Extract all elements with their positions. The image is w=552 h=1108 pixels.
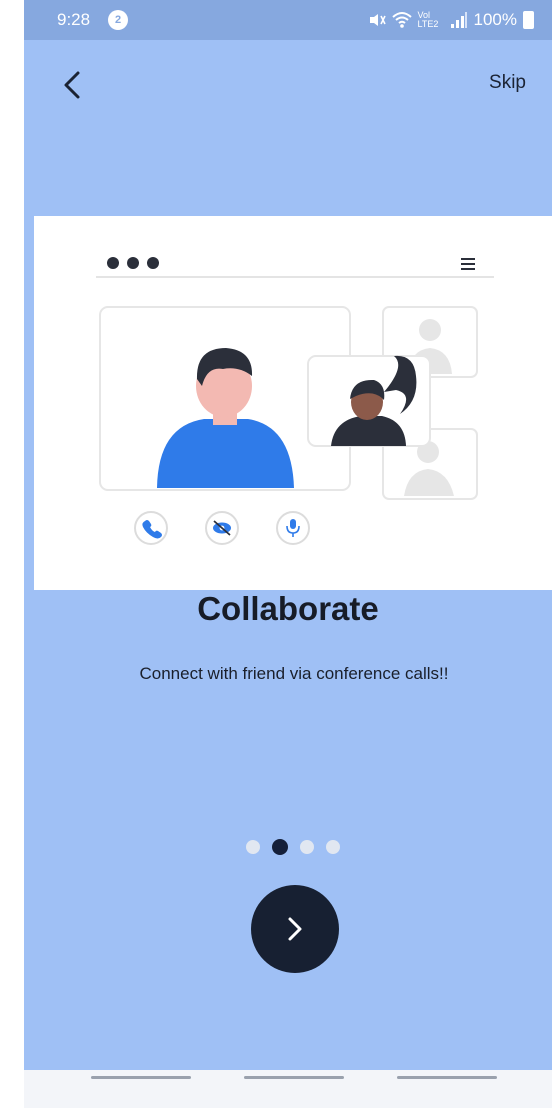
- onboarding-screen: 9:28 2 Vol LTE2 100% Skip Collaborate Co…: [24, 0, 552, 1108]
- conference-call-illustration: [96, 257, 494, 545]
- next-button[interactable]: [251, 885, 339, 973]
- nav-home-handle[interactable]: [244, 1076, 344, 1079]
- battery-icon: [523, 11, 534, 29]
- nav-recents-handle[interactable]: [91, 1076, 191, 1079]
- skip-button[interactable]: Skip: [489, 72, 526, 94]
- page-dot-4[interactable]: [326, 840, 340, 854]
- status-indicators: Vol LTE2 100%: [368, 10, 534, 30]
- chevron-left-icon: [64, 71, 80, 99]
- system-nav-bar: [24, 1070, 552, 1108]
- chevron-right-icon: [288, 917, 302, 941]
- eye-off-icon: [205, 511, 239, 545]
- page-dot-1[interactable]: [246, 840, 260, 854]
- page-dot-3[interactable]: [300, 840, 314, 854]
- mic-icon: [276, 511, 310, 545]
- back-button[interactable]: [58, 68, 88, 102]
- hamburger-icon: [461, 258, 475, 270]
- mute-icon: [369, 14, 386, 26]
- onboarding-title: Collaborate: [197, 590, 379, 627]
- nav-back-handle[interactable]: [397, 1076, 497, 1079]
- status-time: 9:28: [57, 10, 91, 29]
- notification-badge: 2: [108, 10, 128, 30]
- onboarding-subtitle: Connect with friend via conference calls…: [139, 664, 449, 683]
- page-dot-2[interactable]: [272, 839, 288, 855]
- battery-percent: 100%: [473, 10, 517, 29]
- status-bar: 9:28 2 Vol LTE2 100%: [24, 0, 552, 40]
- lte-label: Vol LTE2: [417, 10, 439, 29]
- page-indicator: [246, 839, 340, 856]
- wifi-icon: [391, 12, 412, 28]
- phone-icon: [134, 511, 168, 545]
- illustration-card: [34, 216, 552, 590]
- signal-icon: [450, 12, 467, 28]
